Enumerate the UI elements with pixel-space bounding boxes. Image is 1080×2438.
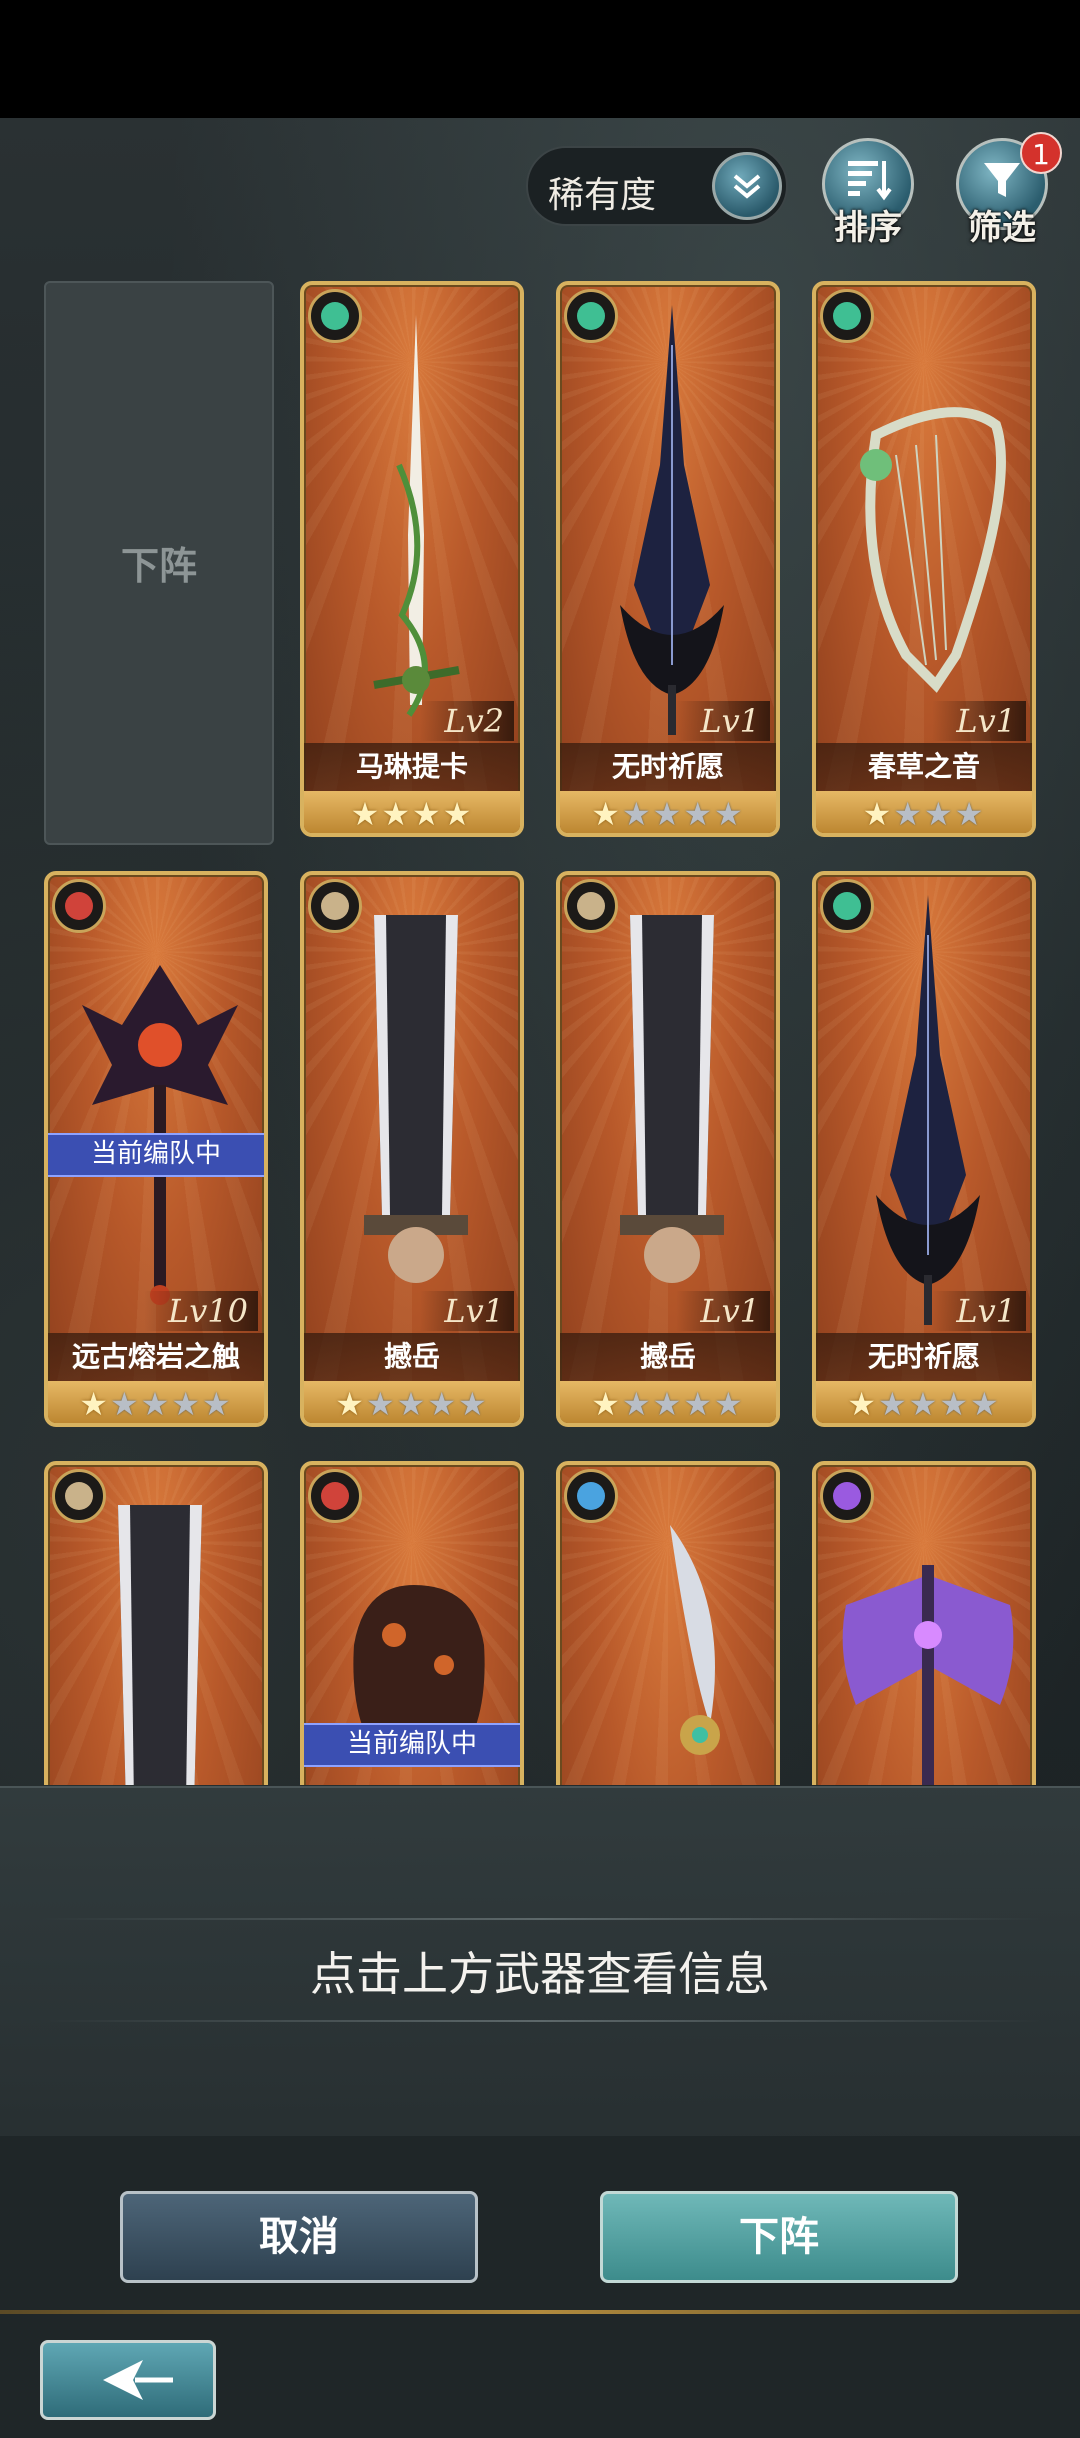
weapon-card[interactable]	[812, 1461, 1036, 1785]
rarity-stars: ★★★★★	[304, 1381, 520, 1423]
rarity-stars: ★★★★	[304, 791, 520, 833]
rarity-stars: ★★★★★	[560, 791, 776, 833]
weapon-card[interactable]: Lv1 春草之音 ★★★★	[812, 281, 1036, 837]
back-button[interactable]	[40, 2340, 216, 2420]
back-arrow-icon	[103, 2360, 173, 2400]
weapon-level: Lv1	[420, 1291, 514, 1331]
star-icon: ★★★★	[109, 1385, 233, 1423]
in-team-banner: 当前编队中	[304, 1723, 520, 1767]
unequip-button[interactable]: 下阵	[600, 2191, 958, 2283]
star-icon: ★	[591, 1385, 622, 1423]
divider	[40, 1918, 1040, 1920]
info-hint: 点击上方武器查看信息	[310, 1947, 770, 2001]
weapon-name: 无时祈愿	[816, 1333, 1032, 1381]
weapon-name: 春草之音	[816, 743, 1032, 791]
weapon-card[interactable]: 当前编队中	[300, 1461, 524, 1785]
weapon-name: 撼岳	[304, 1333, 520, 1381]
weapon-name: 马琳提卡	[304, 743, 520, 791]
weapon-level: Lv1	[932, 701, 1026, 741]
star-icon: ★	[79, 1385, 110, 1423]
star-icon: ★	[335, 1385, 366, 1423]
weapon-card[interactable]: Lv1 撼岳 ★★★★★	[556, 871, 780, 1427]
rarity-stars: ★★★★	[816, 791, 1032, 833]
weapon-name: 撼岳	[560, 1333, 776, 1381]
star-icon: ★	[862, 795, 894, 833]
weapon-card[interactable]: 当前编队中 Lv10 远古熔岩之触 ★★★★★	[44, 871, 268, 1427]
star-icon: ★	[847, 1385, 878, 1423]
in-team-banner: 当前编队中	[48, 1133, 264, 1177]
scythe-icon	[670, 1525, 720, 1755]
weapon-card[interactable]	[556, 1461, 780, 1785]
weapon-level: Lv1	[932, 1291, 1026, 1331]
rarity-stars: ★★★★★	[816, 1381, 1032, 1423]
unequip-slot-label: 下阵	[120, 544, 197, 588]
weapon-card[interactable]: Lv1 撼岳 ★★★★★	[300, 871, 524, 1427]
star-icon: ★	[591, 795, 622, 833]
star-icon: ★★★★	[365, 1385, 489, 1423]
weapon-card[interactable]	[44, 1461, 268, 1785]
star-icon: ★★★★	[621, 1385, 745, 1423]
greatsword-icon	[118, 1505, 202, 1785]
unequip-slot[interactable]: 下阵	[44, 281, 274, 845]
weapon-level: Lv2	[420, 701, 514, 741]
weapon-card[interactable]: Lv2 马琳提卡 ★★★★	[300, 281, 524, 837]
weapon-grid: 下阵 Lv2 马琳提卡 ★★★★ Lv1 无时祈愿 ★★★★★ Lv1 春草之音…	[0, 0, 1080, 1785]
star-icon: ★★★★	[621, 795, 745, 833]
rarity-stars: ★★★★★	[560, 1381, 776, 1423]
weapon-name: 远古熔岩之触	[48, 1333, 264, 1381]
divider	[40, 2020, 1040, 2022]
weapon-card[interactable]: Lv1 无时祈愿 ★★★★★	[556, 281, 780, 837]
star-icon: ★★★★	[877, 1385, 1001, 1423]
weapon-level: Lv10	[143, 1291, 258, 1331]
cancel-button[interactable]: 取消	[120, 2191, 478, 2283]
gold-divider	[0, 2310, 1080, 2314]
star-icon: ★★★★	[350, 795, 474, 833]
weapon-level: Lv1	[676, 701, 770, 741]
weapon-level: Lv1	[676, 1291, 770, 1331]
weapon-card[interactable]: Lv1 无时祈愿 ★★★★★	[812, 871, 1036, 1427]
rarity-stars: ★★★★★	[48, 1381, 264, 1423]
axe-icon	[842, 1565, 1014, 1785]
weapon-name: 无时祈愿	[560, 743, 776, 791]
star-icon: ★★★	[893, 795, 986, 833]
